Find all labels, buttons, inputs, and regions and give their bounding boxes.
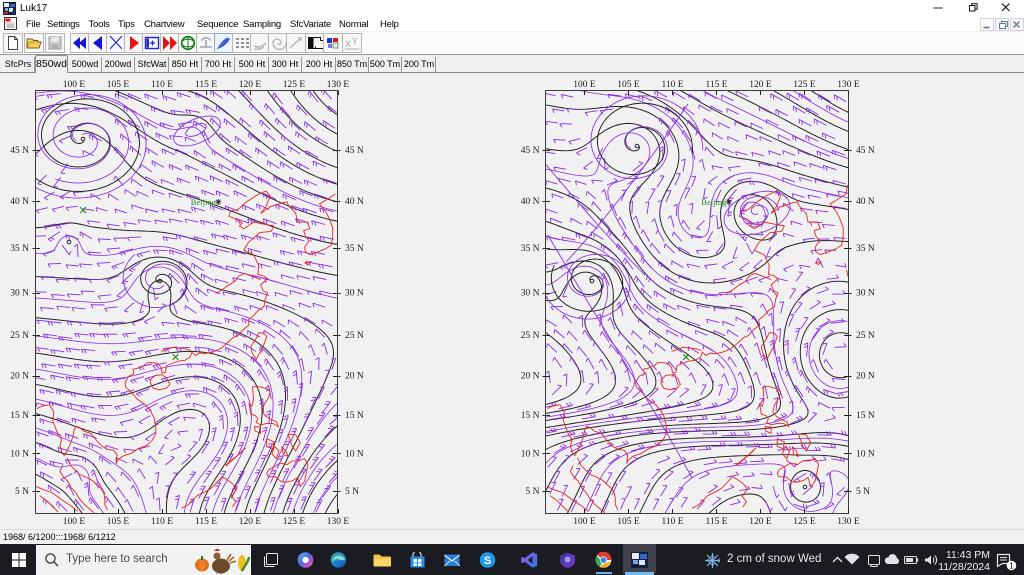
svg-text:35 N: 35 N: [10, 244, 29, 254]
svg-text:130 E: 130 E: [837, 80, 860, 90]
svg-text:45 N: 45 N: [856, 146, 875, 156]
svg-text:S: S: [484, 555, 491, 567]
svg-text:45 N: 45 N: [521, 146, 540, 156]
svg-text:110 E: 110 E: [151, 517, 173, 527]
svg-text:30 N: 30 N: [10, 289, 29, 299]
svg-text:115 E: 115 E: [195, 80, 217, 90]
svg-text:15 N: 15 N: [856, 411, 875, 421]
svg-text:40 N: 40 N: [856, 197, 875, 207]
svg-text:10 N: 10 N: [856, 449, 875, 459]
svg-text:30 N: 30 N: [345, 289, 364, 299]
svg-text:35 N: 35 N: [856, 244, 875, 254]
svg-text:5 N: 5 N: [345, 487, 359, 497]
svg-text:Beijing: Beijing: [701, 197, 727, 207]
svg-text:40 N: 40 N: [521, 197, 540, 207]
svg-text:25 N: 25 N: [521, 331, 540, 341]
svg-text:100 E: 100 E: [63, 517, 86, 527]
svg-text:5 N: 5 N: [15, 487, 29, 497]
svg-text:15 N: 15 N: [10, 411, 29, 421]
svg-text:20 N: 20 N: [856, 372, 875, 382]
svg-text:25 N: 25 N: [345, 331, 364, 341]
svg-text:130 E: 130 E: [837, 517, 860, 527]
svg-text:Beijing: Beijing: [191, 197, 217, 207]
svg-text:10 N: 10 N: [10, 449, 29, 459]
svg-text:40 N: 40 N: [345, 197, 364, 207]
svg-text:120 E: 120 E: [749, 517, 772, 527]
svg-text:35 N: 35 N: [521, 244, 540, 254]
svg-text:20 N: 20 N: [10, 372, 29, 382]
svg-text:130 E: 130 E: [327, 80, 350, 90]
svg-text:20 N: 20 N: [521, 372, 540, 382]
svg-text:10 N: 10 N: [345, 449, 364, 459]
svg-text:45 N: 45 N: [345, 146, 364, 156]
svg-text:105 E: 105 E: [107, 80, 130, 90]
svg-text:1: 1: [1009, 561, 1014, 571]
svg-text:40 N: 40 N: [10, 197, 29, 207]
svg-text:25 N: 25 N: [10, 331, 29, 341]
svg-text:115 E: 115 E: [705, 517, 727, 527]
svg-text:130 E: 130 E: [327, 517, 350, 527]
svg-text:35 N: 35 N: [345, 244, 364, 254]
svg-text:120 E: 120 E: [239, 80, 262, 90]
svg-text:100 E: 100 E: [63, 80, 86, 90]
svg-text:125 E: 125 E: [793, 517, 816, 527]
svg-text:30 N: 30 N: [521, 289, 540, 299]
svg-text:125 E: 125 E: [283, 517, 306, 527]
svg-text:30 N: 30 N: [856, 289, 875, 299]
svg-text:110 E: 110 E: [151, 80, 173, 90]
svg-text:115 E: 115 E: [705, 80, 727, 90]
svg-text:100 E: 100 E: [573, 517, 596, 527]
svg-text:20 N: 20 N: [345, 372, 364, 382]
svg-text:115 E: 115 E: [195, 517, 217, 527]
svg-text:105 E: 105 E: [617, 517, 640, 527]
svg-text:10 N: 10 N: [521, 449, 540, 459]
svg-text:125 E: 125 E: [283, 80, 306, 90]
svg-text:110 E: 110 E: [661, 517, 683, 527]
svg-text:15 N: 15 N: [345, 411, 364, 421]
svg-text:100 E: 100 E: [573, 80, 596, 90]
svg-text:105 E: 105 E: [617, 80, 640, 90]
svg-text:5 N: 5 N: [856, 487, 870, 497]
svg-text:X: X: [345, 39, 351, 49]
svg-text:Y: Y: [352, 36, 358, 46]
svg-text:125 E: 125 E: [793, 80, 816, 90]
svg-text:15 N: 15 N: [521, 411, 540, 421]
svg-text:45 N: 45 N: [10, 146, 29, 156]
svg-text:120 E: 120 E: [749, 80, 772, 90]
svg-text:105 E: 105 E: [107, 517, 130, 527]
svg-text:25 N: 25 N: [856, 331, 875, 341]
svg-text:120 E: 120 E: [239, 517, 262, 527]
svg-text:5 N: 5 N: [526, 487, 540, 497]
svg-text:110 E: 110 E: [661, 80, 683, 90]
